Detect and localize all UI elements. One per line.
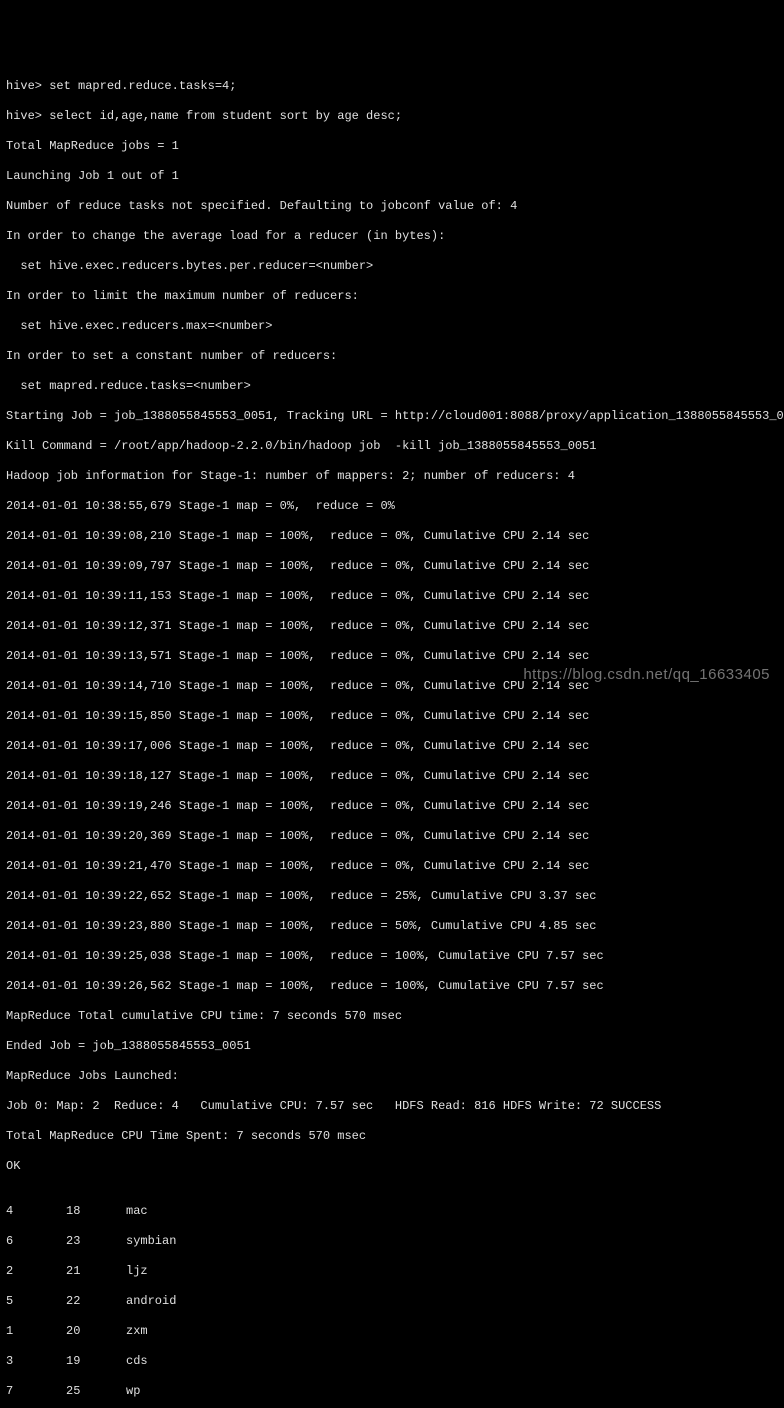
output-line: Launching Job 1 out of 1 [6, 169, 778, 184]
table-row: 319cds [6, 1354, 778, 1369]
output-line: MapReduce Total cumulative CPU time: 7 s… [6, 1009, 778, 1024]
progress-line: 2014-01-01 10:39:22,652 Stage-1 map = 10… [6, 889, 778, 904]
cell-name: symbian [126, 1234, 176, 1249]
cell-age: 23 [66, 1234, 126, 1249]
cell-age: 22 [66, 1294, 126, 1309]
progress-line: 2014-01-01 10:39:13,571 Stage-1 map = 10… [6, 649, 778, 664]
progress-line: 2014-01-01 10:39:23,880 Stage-1 map = 10… [6, 919, 778, 934]
terminal-output: hive> set mapred.reduce.tasks=4; hive> s… [6, 64, 778, 1408]
cell-age: 19 [66, 1354, 126, 1369]
cell-age: 25 [66, 1384, 126, 1399]
output-line: Kill Command = /root/app/hadoop-2.2.0/bi… [6, 439, 778, 454]
table-row: 522android [6, 1294, 778, 1309]
cell-id: 2 [6, 1264, 66, 1279]
table-row: 418mac [6, 1204, 778, 1219]
progress-line: 2014-01-01 10:39:08,210 Stage-1 map = 10… [6, 529, 778, 544]
progress-line: 2014-01-01 10:39:14,710 Stage-1 map = 10… [6, 679, 778, 694]
progress-line: 2014-01-01 10:39:21,470 Stage-1 map = 10… [6, 859, 778, 874]
cell-id: 7 [6, 1384, 66, 1399]
progress-line: 2014-01-01 10:38:55,679 Stage-1 map = 0%… [6, 499, 778, 514]
output-line: set hive.exec.reducers.max=<number> [6, 319, 778, 334]
output-line: In order to change the average load for … [6, 229, 778, 244]
output-line: set hive.exec.reducers.bytes.per.reducer… [6, 259, 778, 274]
output-line: Hadoop job information for Stage-1: numb… [6, 469, 778, 484]
progress-line: 2014-01-01 10:39:25,038 Stage-1 map = 10… [6, 949, 778, 964]
cell-id: 4 [6, 1204, 66, 1219]
output-line: Job 0: Map: 2 Reduce: 4 Cumulative CPU: … [6, 1099, 778, 1114]
ok-line: OK [6, 1159, 778, 1174]
table-row: 120zxm [6, 1324, 778, 1339]
table-row: 725wp [6, 1384, 778, 1399]
hive-prompt-line[interactable]: hive> select id,age,name from student so… [6, 109, 778, 124]
cell-id: 5 [6, 1294, 66, 1309]
progress-line: 2014-01-01 10:39:09,797 Stage-1 map = 10… [6, 559, 778, 574]
cell-id: 6 [6, 1234, 66, 1249]
hive-prompt-line[interactable]: hive> set mapred.reduce.tasks=4; [6, 79, 778, 94]
cell-age: 21 [66, 1264, 126, 1279]
output-line: Starting Job = job_1388055845553_0051, T… [6, 409, 778, 424]
result-table: 418mac 623symbian 221ljz 522android 120z… [6, 1189, 778, 1408]
cell-name: zxm [126, 1324, 148, 1339]
output-line: Ended Job = job_1388055845553_0051 [6, 1039, 778, 1054]
progress-line: 2014-01-01 10:39:15,850 Stage-1 map = 10… [6, 709, 778, 724]
output-line: Total MapReduce jobs = 1 [6, 139, 778, 154]
output-line: In order to limit the maximum number of … [6, 289, 778, 304]
progress-line: 2014-01-01 10:39:11,153 Stage-1 map = 10… [6, 589, 778, 604]
progress-line: 2014-01-01 10:39:17,006 Stage-1 map = 10… [6, 739, 778, 754]
output-line: Total MapReduce CPU Time Spent: 7 second… [6, 1129, 778, 1144]
cell-name: mac [126, 1204, 148, 1219]
cell-name: cds [126, 1354, 148, 1369]
table-row: 221ljz [6, 1264, 778, 1279]
cell-id: 1 [6, 1324, 66, 1339]
cell-name: android [126, 1294, 176, 1309]
cell-name: ljz [126, 1264, 148, 1279]
output-line: Number of reduce tasks not specified. De… [6, 199, 778, 214]
cell-age: 20 [66, 1324, 126, 1339]
progress-line: 2014-01-01 10:39:12,371 Stage-1 map = 10… [6, 619, 778, 634]
cell-name: wp [126, 1384, 140, 1399]
progress-line: 2014-01-01 10:39:19,246 Stage-1 map = 10… [6, 799, 778, 814]
progress-line: 2014-01-01 10:39:18,127 Stage-1 map = 10… [6, 769, 778, 784]
progress-line: 2014-01-01 10:39:26,562 Stage-1 map = 10… [6, 979, 778, 994]
cell-id: 3 [6, 1354, 66, 1369]
progress-line: 2014-01-01 10:39:20,369 Stage-1 map = 10… [6, 829, 778, 844]
output-line: set mapred.reduce.tasks=<number> [6, 379, 778, 394]
cell-age: 18 [66, 1204, 126, 1219]
output-line: In order to set a constant number of red… [6, 349, 778, 364]
output-line: MapReduce Jobs Launched: [6, 1069, 778, 1084]
table-row: 623symbian [6, 1234, 778, 1249]
